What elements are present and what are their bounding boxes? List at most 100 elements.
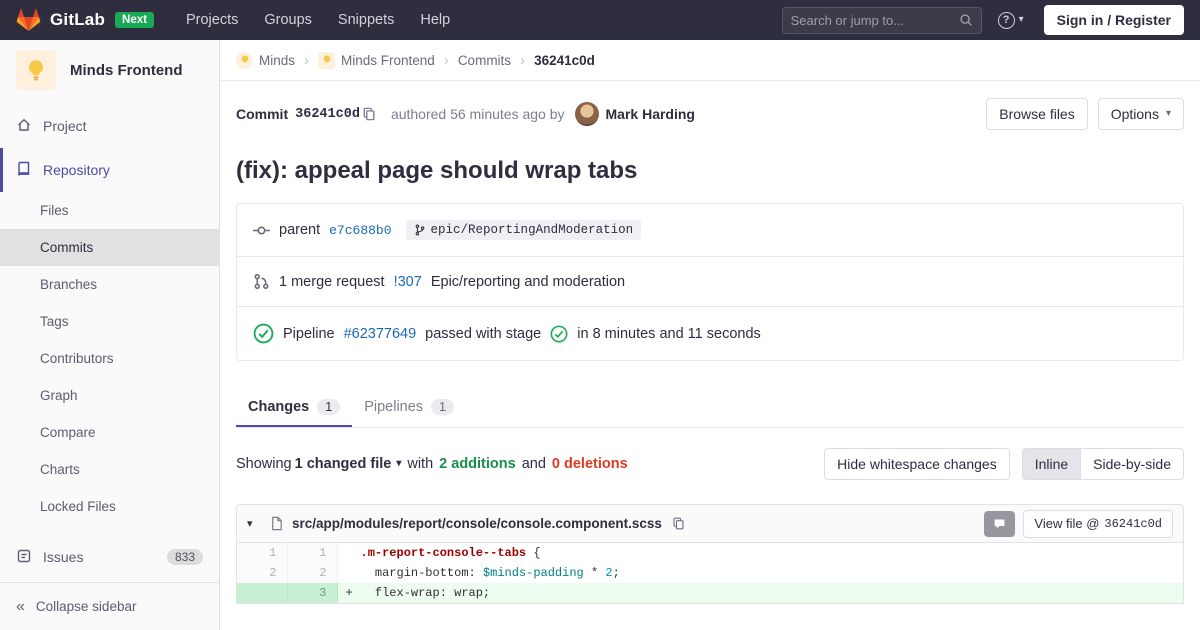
nav-groups[interactable]: Groups [264,12,312,28]
author-avatar[interactable] [574,102,599,126]
commit-label: Commit [236,106,289,122]
primary-nav: Projects Groups Snippets Help [186,12,450,28]
search-icon [959,13,973,27]
sidebar-project-name: Minds Frontend [70,61,183,79]
sign-in-button[interactable]: Sign in / Register [1043,5,1184,35]
parent-label: parent [279,222,321,238]
global-search[interactable] [781,6,982,34]
old-line-number[interactable] [237,583,288,603]
search-input[interactable] [790,12,953,28]
changes-count-badge: 1 [317,399,341,415]
sidebar-item-issues[interactable]: Issues 833 [0,535,219,579]
breadcrumb-current-sha: 36241c0d [534,52,595,68]
breadcrumb-separator: › [304,51,310,69]
code-cell[interactable]: .m-report-console--tabs { [337,543,1183,563]
sidebar-item-locked-files[interactable]: Locked Files [0,488,219,525]
parent-sha-link[interactable]: e7c688b0 [329,223,391,238]
sidebar-item-charts[interactable]: Charts [0,451,219,488]
sidebar-item-branches[interactable]: Branches [0,266,219,303]
new-line-number[interactable]: 3 [287,583,338,603]
diff-file-header: ▾ src/app/modules/report/console/console… [237,505,1183,543]
hide-whitespace-button[interactable]: Hide whitespace changes [824,448,1010,480]
view-file-button[interactable]: View file @ 36241c0d [1023,509,1173,538]
branch-ref-badge[interactable]: epic/ReportingAndModeration [405,220,642,240]
browse-files-button[interactable]: Browse files [986,98,1088,130]
diff-line: 2 2 margin-bottom: $minds-padding * 2; [237,563,1183,583]
authored-text: authored 56 minutes ago by [390,106,565,122]
question-icon: ? [997,11,1015,29]
old-line-number[interactable]: 1 [237,543,288,563]
nav-help[interactable]: Help [420,12,450,28]
mr-title: Epic/reporting and moderation [430,273,626,290]
code-cell[interactable]: + flex-wrap: wrap; [337,583,1183,603]
diff-line-added: 3 + flex-wrap: wrap; [237,583,1183,603]
pipeline-id-link[interactable]: #62377649 [344,326,417,342]
help-dropdown[interactable]: ? ▾ [997,11,1024,29]
copy-file-path-button[interactable] [670,515,687,532]
and-text: and [521,456,546,472]
gitlab-logo-icon[interactable] [16,8,41,32]
deletions-count: 0 deletions [551,456,628,472]
project-sidebar: Minds Frontend Project Repository Files … [0,40,220,630]
old-line-number[interactable]: 2 [237,563,288,583]
breadcrumb-minds-frontend[interactable]: Minds Frontend [318,51,435,69]
chevron-down-icon: ▾ [1018,14,1024,25]
tab-changes[interactable]: Changes 1 [236,389,352,427]
sidebar-item-graph[interactable]: Graph [0,377,219,414]
issues-icon [16,548,32,567]
options-dropdown-button[interactable]: Options ▾ [1097,98,1184,130]
mr-count-text: 1 merge request [279,273,385,290]
chevron-down-icon: ▾ [396,458,402,469]
brand-wordmark[interactable]: GitLab [50,10,105,30]
stage-passed-icon[interactable] [550,325,568,343]
nav-projects[interactable]: Projects [186,12,238,28]
comment-icon [995,519,1005,529]
author-name[interactable]: Mark Harding [606,106,695,122]
changed-files-dropdown[interactable]: 1 changed file ▾ [295,456,402,472]
additions-count: 2 additions [439,456,516,472]
pipeline-duration: in 8 minutes and 11 seconds [577,325,761,342]
sidebar-item-project[interactable]: Project [0,104,219,148]
sidebar-item-repository[interactable]: Repository [0,148,219,192]
sidebar-item-compare[interactable]: Compare [0,414,219,451]
code-cell[interactable]: margin-bottom: $minds-padding * 2; [337,563,1183,583]
sidebar-item-files[interactable]: Files [0,192,219,229]
file-icon [272,516,282,531]
breadcrumb-minds[interactable]: Minds [236,51,295,69]
issues-count-badge: 833 [166,549,203,565]
diff-table: 1 1 .m-report-console--tabs { 2 2 margin… [237,543,1183,603]
mr-ref-link[interactable]: !307 [394,274,422,290]
sidebar-item-commits[interactable]: Commits [0,229,219,266]
toggle-comments-button[interactable] [984,510,1016,537]
nav-snippets[interactable]: Snippets [338,12,394,28]
repository-subnav: Files Commits Branches Tags Contributors… [0,192,219,525]
sidebar-project-header[interactable]: Minds Frontend [0,40,219,104]
new-line-number[interactable]: 1 [287,543,338,563]
tab-pipelines[interactable]: Pipelines 1 [352,389,466,427]
group-avatar [236,51,253,69]
inline-view-button[interactable]: Inline [1021,448,1082,480]
sidebar-item-tags[interactable]: Tags [0,303,219,340]
diff-summary-row: Showing 1 changed file ▾ with 2 addition… [236,448,1184,480]
merge-request-icon [254,274,269,289]
commit-meta-row: Commit 36241c0d authored 56 minutes ago … [236,98,1184,130]
collapse-sidebar-label: Collapse sidebar [35,599,137,614]
collapse-sidebar-button[interactable]: « Collapse sidebar [0,582,219,630]
showing-text: Showing [236,456,292,472]
home-icon [16,117,32,136]
breadcrumb-commits[interactable]: Commits [458,53,511,68]
project-avatar-small [318,51,336,69]
with-text: with [407,456,434,472]
new-line-number[interactable]: 2 [287,563,338,583]
project-avatar [16,50,56,90]
commit-tabs: Changes 1 Pipelines 1 [236,389,1184,428]
branch-name: epic/ReportingAndModeration [430,223,634,237]
side-by-side-view-button[interactable]: Side-by-side [1080,448,1184,480]
pipeline-row: Pipeline #62377649 passed with stage in … [237,307,1183,360]
collapse-file-icon[interactable]: ▾ [247,517,261,530]
status-passed-icon [253,323,274,344]
copy-sha-button[interactable] [360,105,378,123]
book-icon [16,161,32,180]
chevron-down-icon: ▾ [1165,108,1171,119]
sidebar-item-contributors[interactable]: Contributors [0,340,219,377]
